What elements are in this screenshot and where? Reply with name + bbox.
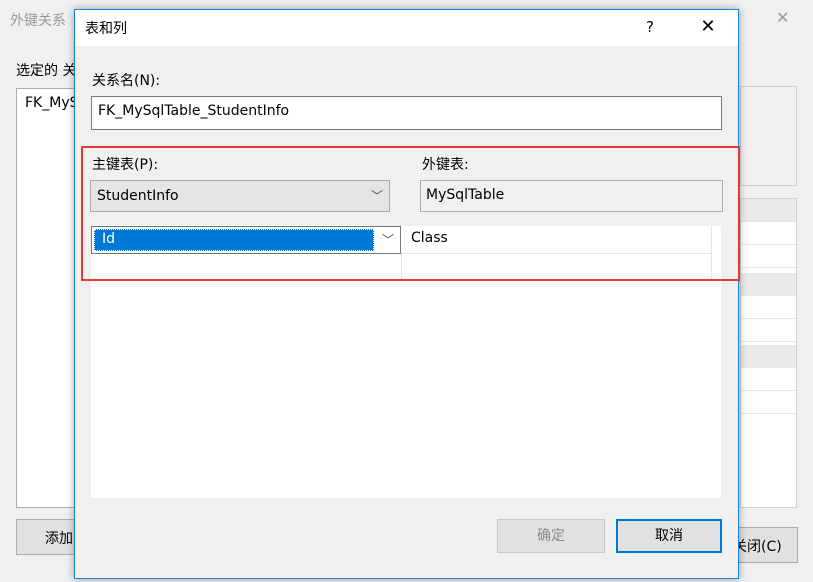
dialog-body: 关系名(N): FK_MySqlTable_StudentInfo 主键表(P)… [75, 46, 740, 578]
relationship-name-input[interactable]: FK_MySqlTable_StudentInfo [91, 96, 722, 130]
grid-row[interactable] [741, 319, 796, 342]
grid-row[interactable] [741, 222, 796, 245]
close-button-label: 关闭(C) [733, 539, 782, 555]
cancel-button[interactable]: 取消 [616, 519, 722, 553]
grid-row[interactable] [741, 345, 796, 368]
grid-row[interactable] [741, 245, 796, 268]
grid-row[interactable] [741, 273, 796, 296]
relationship-name-label: 关系名(N): [92, 73, 161, 89]
grid-row[interactable] [741, 391, 796, 414]
dialog-title: 表和列 [85, 21, 127, 37]
selected-relationship-label: 选定的 关 [16, 63, 77, 79]
add-button[interactable]: 添加(A) [16, 519, 94, 555]
description-panel [740, 86, 797, 186]
tables-and-columns-dialog: 表和列 ? ✕ 关系名(N): FK_MySqlTable_StudentInf… [74, 9, 740, 579]
relationship-list[interactable]: FK_MySqlTable_StudentInfo [16, 88, 216, 508]
close-icon[interactable]: ✕ [776, 8, 789, 27]
window-title: 外键关系 [10, 13, 66, 29]
close-button[interactable]: 关闭(C) [733, 527, 798, 563]
properties-grid[interactable] [740, 198, 797, 508]
grid-row[interactable] [741, 296, 796, 319]
close-icon[interactable]: ✕ [691, 14, 725, 40]
highlight-annotation [81, 146, 740, 281]
ok-button[interactable]: 确定 [497, 519, 605, 553]
help-icon[interactable]: ? [635, 14, 665, 40]
grid-row[interactable] [741, 199, 796, 222]
grid-row[interactable] [741, 368, 796, 391]
